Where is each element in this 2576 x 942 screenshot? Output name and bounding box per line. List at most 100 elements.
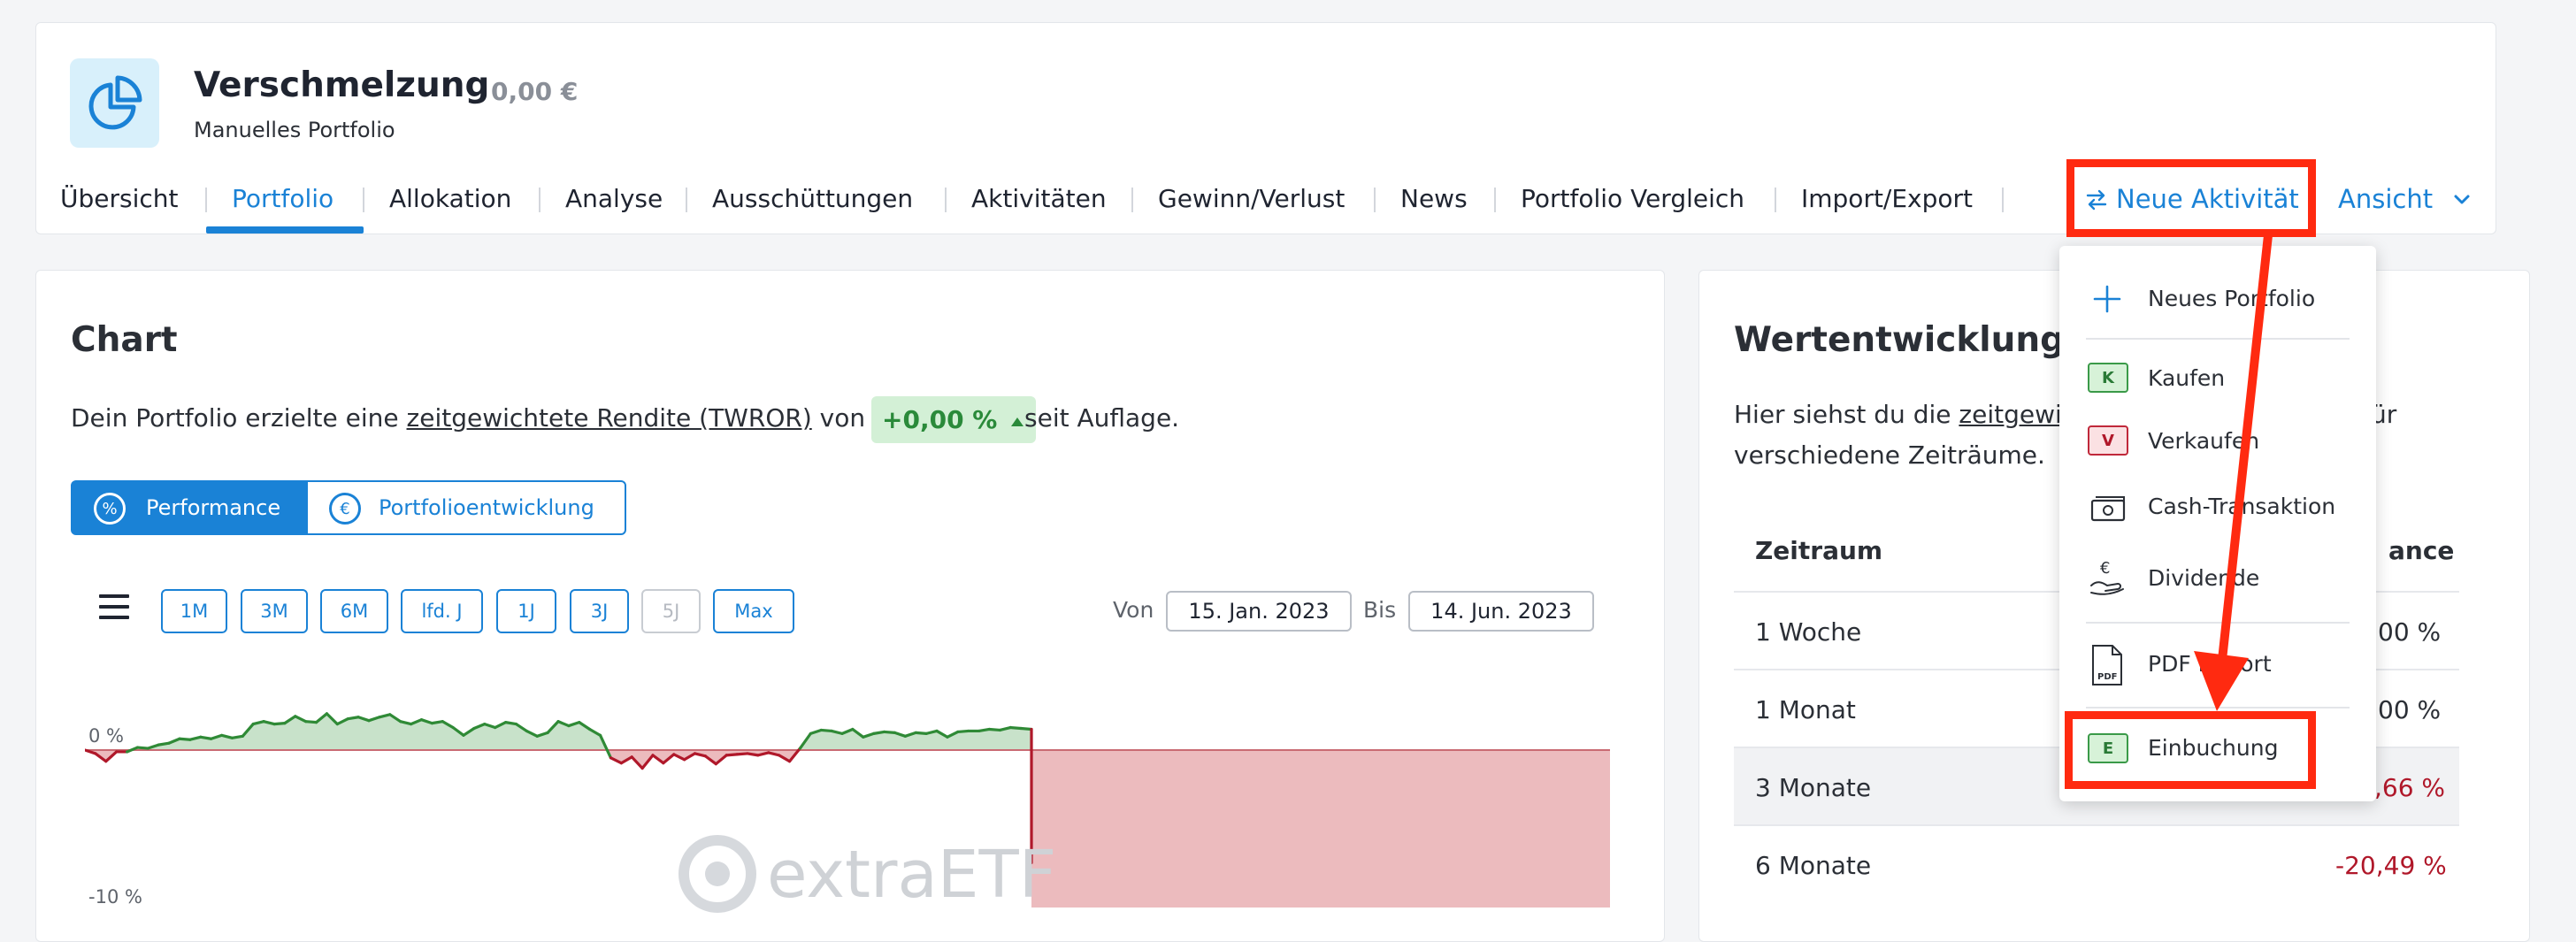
series-segment xyxy=(882,730,897,735)
tab-analyse[interactable]: Analyse xyxy=(565,184,663,213)
tab-divider xyxy=(2002,188,2004,212)
row-label: 6 Monate xyxy=(1755,851,1872,880)
active-tab-indicator xyxy=(206,226,364,234)
series-segment xyxy=(135,746,150,750)
we-desc-link[interactable]: zeitgewi xyxy=(1959,400,2061,429)
return-badge: +0,00 % xyxy=(871,396,1037,443)
range-3m-button[interactable]: 3M xyxy=(241,589,308,633)
annotation-box-einbuchung xyxy=(2065,711,2316,789)
col-header-performance: ance xyxy=(2388,536,2455,565)
tab-gewinn-verlust[interactable]: Gewinn/Verlust xyxy=(1158,184,1345,213)
range-5y-button: 5J xyxy=(641,589,701,633)
portfolioentwicklung-label: Portfolioentwicklung xyxy=(379,495,594,520)
tab-portfolio-vergleich[interactable]: Portfolio Vergleich xyxy=(1521,184,1744,213)
tab-ausschuettungen[interactable]: Ausschüttungen xyxy=(712,184,913,213)
series-segment xyxy=(125,746,140,754)
tab-portfolio[interactable]: Portfolio xyxy=(232,184,334,213)
series-segment xyxy=(430,720,444,725)
dividend-euro-hand-icon: € xyxy=(2088,557,2128,598)
annotation-box-neue-aktivitaet xyxy=(2066,159,2316,237)
pdf-file-icon: PDF xyxy=(2089,644,2125,686)
range-3y-button[interactable]: 3J xyxy=(570,589,629,633)
kaufen-badge-icon: K xyxy=(2088,363,2128,393)
portfolio-pie-icon xyxy=(70,58,159,148)
tab-divider xyxy=(1775,188,1776,212)
range-ytd-button[interactable]: lfd. J xyxy=(401,589,483,633)
area-negative-after-drop xyxy=(1031,750,1610,908)
watermark-text: extraETF xyxy=(767,837,1057,913)
tab-aktivitaeten[interactable]: Aktivitäten xyxy=(971,184,1107,213)
series-segment xyxy=(304,720,318,724)
portfolioentwicklung-toggle[interactable]: € Portfolioentwicklung xyxy=(306,480,626,535)
wertentwicklung-desc: Hier siehst du die zeitgewi xyxy=(1734,400,2062,429)
series-segment xyxy=(346,716,360,721)
extraetf-logo-icon xyxy=(675,831,760,920)
row-value: 00 % xyxy=(2378,617,2442,647)
twror-link[interactable]: zeitgewichtete Rendite (TWROR) xyxy=(407,403,812,433)
tab-divider xyxy=(205,188,207,212)
series-segment xyxy=(1019,726,1033,731)
portfolio-type: Manuelles Portfolio xyxy=(194,118,395,142)
tab-divider xyxy=(1494,188,1496,212)
series-segment xyxy=(872,730,886,735)
range-1m-button[interactable]: 1M xyxy=(161,589,227,633)
portfolio-value: 0,00 € xyxy=(491,77,579,106)
tab-allokation[interactable]: Allokation xyxy=(389,184,511,213)
performance-gauge-icon: % xyxy=(94,493,126,525)
chart-description: Dein Portfolio erzielte eine zeitgewicht… xyxy=(71,403,865,433)
euro-icon: € xyxy=(329,493,361,525)
row-label: 1 Woche xyxy=(1755,617,1862,647)
range-max-button[interactable]: Max xyxy=(713,589,794,633)
tab-divider xyxy=(686,188,687,212)
we-desc-line2: verschiedene Zeiträume. xyxy=(1734,440,2045,470)
desc-suffix: seit Auflage. xyxy=(1024,403,1180,433)
tab-divider xyxy=(363,188,364,212)
row-value: 00 % xyxy=(2378,695,2442,724)
chevron-down-icon xyxy=(2452,190,2472,210)
bis-date-input[interactable]: 14. Jun. 2023 xyxy=(1408,591,1594,632)
verkaufen-badge-icon: V xyxy=(2088,425,2128,456)
we-desc-prefix: Hier siehst du die xyxy=(1734,400,1951,429)
pdf-icon-text: PDF xyxy=(2097,672,2117,682)
tab-import-export[interactable]: Import/Export xyxy=(1801,184,1973,213)
series-segment xyxy=(503,721,518,726)
cash-banknote-icon xyxy=(2088,494,2128,524)
range-6m-button[interactable]: 6M xyxy=(320,589,388,633)
series-segment xyxy=(230,734,244,739)
row-label: 3 Monate xyxy=(1755,773,1872,802)
wertentwicklung-heading: Wertentwicklung xyxy=(1734,320,2066,360)
triangle-up-icon xyxy=(1011,417,1024,426)
desc-mid: von xyxy=(819,403,866,433)
series-segment xyxy=(987,727,1001,732)
tab-divider xyxy=(539,188,540,212)
ansicht-button[interactable]: Ansicht xyxy=(2338,184,2433,214)
von-label: Von xyxy=(1113,597,1154,623)
chart-menu-icon[interactable] xyxy=(99,594,129,619)
row-label: 1 Monat xyxy=(1755,695,1856,724)
tab-uebersicht[interactable]: Übersicht xyxy=(60,184,179,213)
tab-divider xyxy=(945,188,947,212)
row-value: ,66 % xyxy=(2374,773,2446,802)
series-segment xyxy=(157,741,171,747)
row-value: -20,49 % xyxy=(2335,851,2447,880)
tab-news[interactable]: News xyxy=(1400,184,1468,213)
tab-divider xyxy=(1131,188,1133,212)
von-date-input[interactable]: 15. Jan. 2023 xyxy=(1166,591,1352,632)
plus-icon xyxy=(2093,285,2121,313)
performance-toggle[interactable]: % Performance xyxy=(71,480,306,535)
series-segment xyxy=(199,735,213,740)
series-segment xyxy=(914,731,928,735)
portfolio-title: Verschmelzung xyxy=(194,65,490,105)
range-1y-button[interactable]: 1J xyxy=(496,589,556,633)
desc-prefix: Dein Portfolio erzielte eine xyxy=(71,403,399,433)
series-segment xyxy=(724,753,739,757)
series-segment xyxy=(819,728,833,733)
series-segment xyxy=(1008,725,1023,731)
bis-label: Bis xyxy=(1363,597,1397,623)
performance-label: Performance xyxy=(146,495,281,520)
tab-divider xyxy=(1374,188,1376,212)
annotation-arrow xyxy=(2194,231,2273,711)
chart-heading: Chart xyxy=(71,320,178,360)
col-header-zeitraum: Zeitraum xyxy=(1755,536,1883,565)
series-segment xyxy=(746,752,760,757)
